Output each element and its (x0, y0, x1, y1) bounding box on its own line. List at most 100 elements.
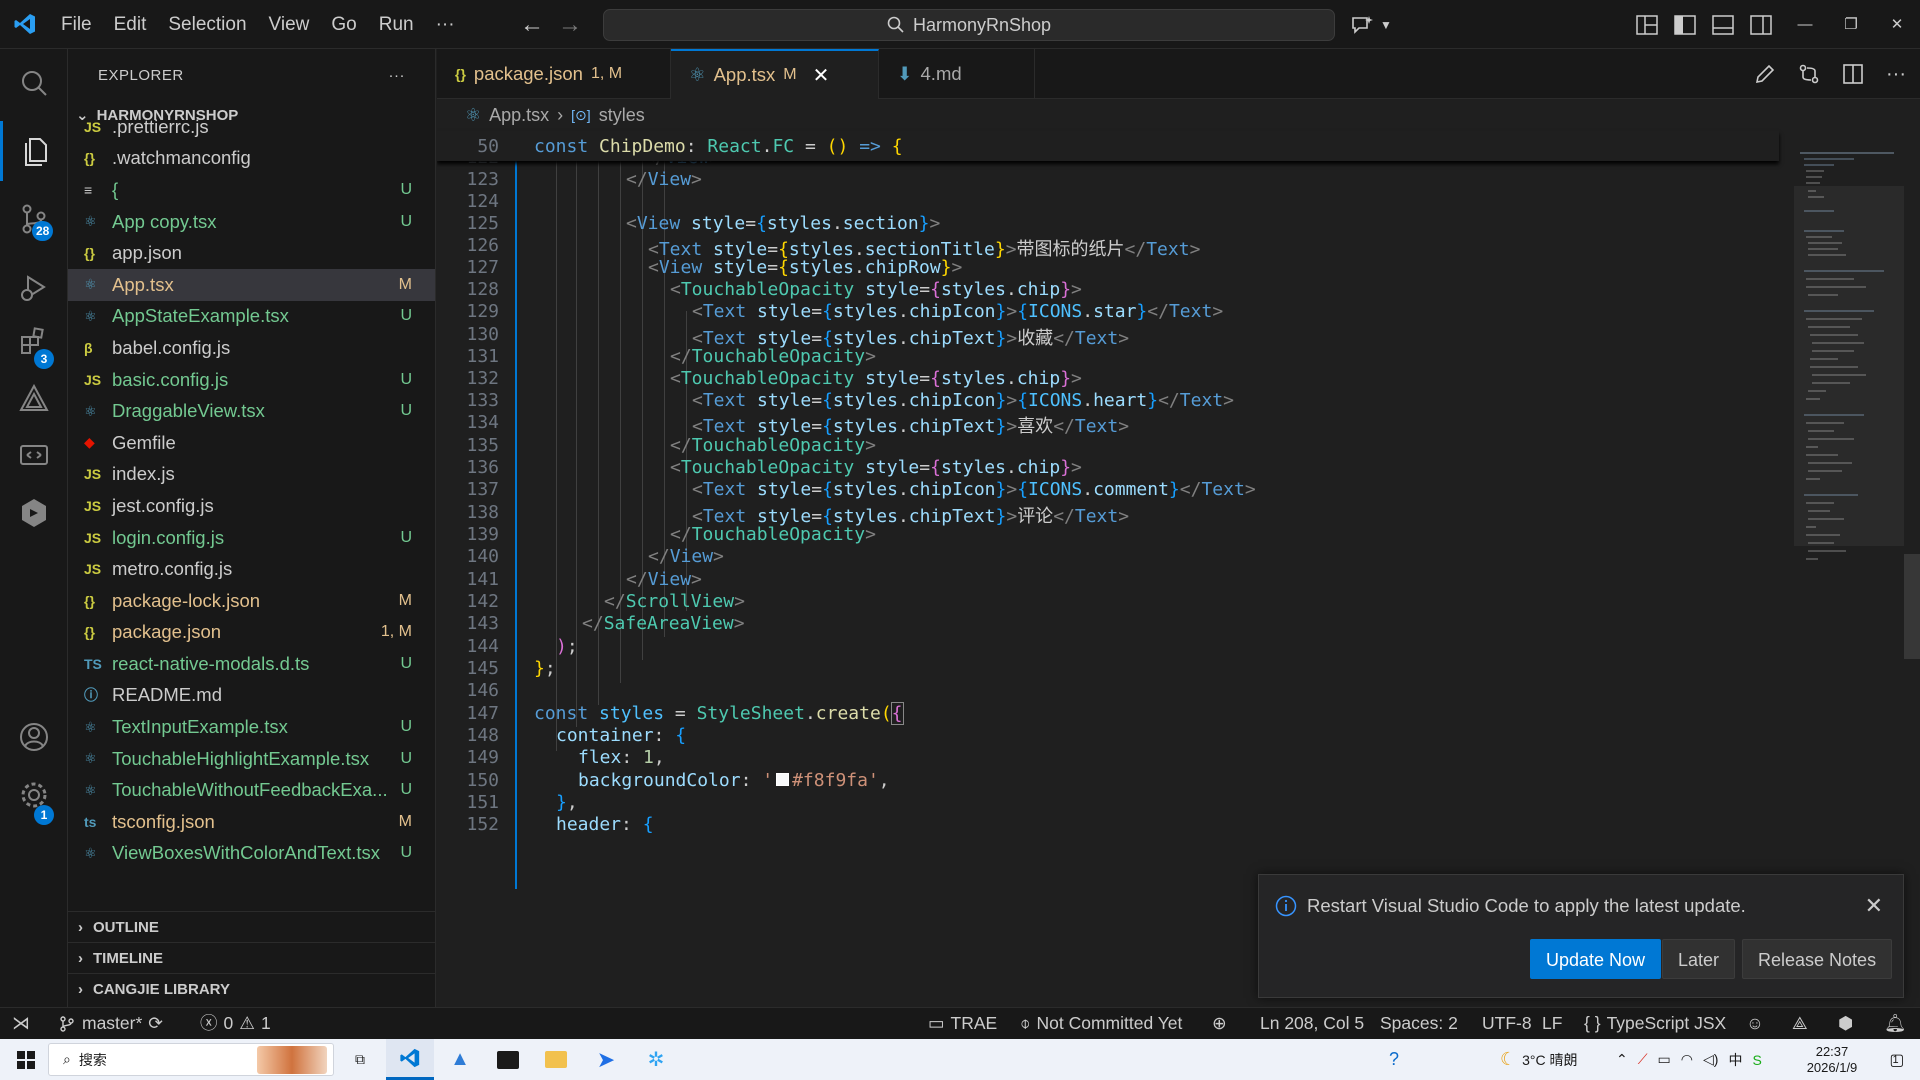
activity-harmony[interactable] (0, 369, 68, 429)
clock[interactable]: 22:37 2026/1/9 (1796, 1039, 1868, 1080)
encoding[interactable]: UTF-8 (1482, 1008, 1532, 1039)
activity-run-debug[interactable] (0, 257, 68, 317)
menu-view[interactable]: View (258, 0, 321, 49)
activity-explorer[interactable] (0, 121, 68, 181)
file-item[interactable]: JS .prettierrc.js (68, 111, 435, 143)
menu-file[interactable]: File (50, 0, 103, 49)
activity-deveco[interactable] (0, 483, 68, 543)
later-button[interactable]: Later (1662, 939, 1736, 979)
file-item[interactable]: ⚛ TouchableWithoutFeedbackExa... U (68, 774, 435, 806)
close-icon[interactable]: ✕ (1865, 893, 1883, 919)
remote-indicator[interactable]: ⋊ (12, 1008, 30, 1039)
file-item[interactable]: ◆ Gemfile (68, 427, 435, 459)
taskbar-file-explorer[interactable] (532, 1039, 580, 1080)
file-item[interactable]: JS login.config.js U (68, 522, 435, 554)
release-notes-button[interactable]: Release Notes (1742, 939, 1893, 979)
split-editor-icon[interactable] (1842, 63, 1864, 85)
tab-4-md[interactable]: ⬇ 4.md (879, 49, 1035, 99)
problems-indicator[interactable]: ⓧ 0 ⚠ 1 (200, 1008, 271, 1039)
editor-scrollbar[interactable] (1904, 554, 1920, 659)
notification-center[interactable]: ▢ 1 (1876, 1039, 1912, 1080)
forward-arrow-icon[interactable]: → (558, 11, 582, 39)
help-icon[interactable]: ? (1376, 1039, 1412, 1080)
activity-accounts[interactable] (0, 707, 68, 767)
copilot-status[interactable]: ☺ (1746, 1008, 1764, 1039)
copilot-button[interactable]: ▼ (1350, 0, 1392, 49)
file-item[interactable]: ts tsconfig.json M (68, 806, 435, 838)
compare-changes-icon[interactable] (1798, 63, 1820, 85)
taskbar-deveco[interactable]: ▲ (436, 1039, 484, 1080)
file-item[interactable]: ⚛ App.tsx M (68, 268, 435, 301)
edit-pencil-icon[interactable] (1754, 63, 1776, 85)
deveco-status[interactable]: ⬢ (1838, 1008, 1853, 1039)
activity-remote[interactable] (0, 425, 68, 485)
start-button[interactable] (8, 1039, 44, 1080)
git-blame[interactable]: ⌽ Not Committed Yet (1020, 1008, 1182, 1039)
file-item[interactable]: ⚛ App copy.tsx U (68, 206, 435, 238)
close-icon[interactable]: ✕ (813, 63, 830, 88)
file-item[interactable]: {} package.json 1, M (68, 617, 435, 649)
taskbar-feishu[interactable]: ➤ (582, 1039, 630, 1080)
file-item[interactable]: ⓘ README.md (68, 680, 435, 712)
indentation[interactable]: Spaces: 2 (1380, 1008, 1458, 1039)
language-mode[interactable]: { } TypeScript JSX (1584, 1008, 1726, 1039)
timeline-section[interactable]: › TIMELINE (68, 942, 435, 973)
activity-source-control[interactable]: 28 (0, 189, 68, 249)
minimize-icon[interactable]: — (1782, 0, 1828, 49)
file-item[interactable]: ≡ {U (68, 174, 435, 206)
file-item[interactable]: JS jest.config.js (68, 490, 435, 522)
file-item[interactable]: ⚛ AppStateExample.tsx U (68, 301, 435, 333)
close-window-icon[interactable]: ✕ (1874, 0, 1920, 49)
file-item[interactable]: {} .watchmanconfig (68, 143, 435, 175)
outline-section[interactable]: › OUTLINE (68, 911, 435, 942)
tab-package-json[interactable]: {} package.json 1, M (437, 49, 671, 99)
command-center-search[interactable]: HarmonyRnShop (603, 9, 1335, 41)
system-tray[interactable]: ⌃ ⟋ ▭ ◠ ◁) 中 S (1616, 1039, 1762, 1080)
taskbar-app[interactable]: ✲ (632, 1039, 680, 1080)
back-arrow-icon[interactable]: ← (520, 11, 544, 39)
toggle-primary-sidebar-icon[interactable] (1674, 14, 1696, 35)
file-item[interactable]: {} app.json (68, 237, 435, 269)
weather-widget[interactable]: ☾ 3°C 晴朗 (1500, 1039, 1578, 1080)
notifications-bell[interactable]: 🔔︎ (1884, 1008, 1906, 1039)
breadcrumb-file[interactable]: App.tsx (489, 105, 549, 126)
activity-extensions[interactable]: 3 (0, 311, 68, 371)
customize-layout-icon[interactable] (1636, 14, 1658, 35)
task-view-icon[interactable]: ⧉ (342, 1039, 378, 1080)
taskbar-terminal[interactable] (484, 1039, 532, 1080)
taskbar-vscode[interactable] (386, 1039, 434, 1080)
breadcrumb-symbol[interactable]: styles (599, 105, 645, 126)
cangjie-library-section[interactable]: › CANGJIE LIBRARY (68, 973, 435, 1004)
update-now-button[interactable]: Update Now (1530, 939, 1662, 979)
menu-run[interactable]: Run (368, 0, 425, 49)
file-item[interactable]: JS basic.config.js U (68, 364, 435, 396)
toggle-secondary-sidebar-icon[interactable] (1750, 14, 1772, 35)
zoom-indicator[interactable]: ⊕ (1212, 1008, 1227, 1039)
file-item[interactable]: JS index.js (68, 459, 435, 491)
restore-icon[interactable]: ❐ (1828, 0, 1874, 49)
tab-app-tsx[interactable]: ⚛ App.tsx M ✕ (671, 49, 879, 99)
trae-indicator[interactable]: ▭ TRAE (928, 1008, 997, 1039)
more-actions-icon[interactable]: ··· (1886, 63, 1906, 86)
file-item[interactable]: β babel.config.js (68, 332, 435, 364)
explorer-more-button[interactable]: ··· (389, 67, 406, 84)
menu-selection[interactable]: Selection (157, 0, 257, 49)
harmony-status[interactable]: ⟁ (1792, 1008, 1808, 1039)
git-branch[interactable]: master* ⟳ (58, 1008, 163, 1039)
cursor-position[interactable]: Ln 208, Col 5 (1260, 1008, 1364, 1039)
activity-manage[interactable]: 1 (0, 765, 68, 825)
file-item[interactable]: TS react-native-modals.d.ts U (68, 648, 435, 680)
menu-edit[interactable]: Edit (103, 0, 158, 49)
menu-more[interactable]: ··· (425, 0, 466, 49)
menu-go[interactable]: Go (320, 0, 367, 49)
file-item[interactable]: ⚛ TextInputExample.tsx U (68, 711, 435, 743)
sticky-scroll-line[interactable]: 50 const ChipDemo: React.FC = () => { (437, 131, 1779, 161)
file-item[interactable]: ⚛ DraggableView.tsx U (68, 395, 435, 427)
toggle-panel-icon[interactable] (1712, 14, 1734, 35)
file-item[interactable]: ⚛ ViewBoxesWithColorAndText.tsx U (68, 838, 435, 870)
file-item[interactable]: ⚛ TouchableHighlightExample.tsx U (68, 743, 435, 775)
file-item[interactable]: JS metro.config.js (68, 553, 435, 585)
file-item[interactable]: {} package-lock.json M (68, 585, 435, 617)
activity-search[interactable] (0, 53, 68, 113)
end-of-line[interactable]: LF (1542, 1008, 1562, 1039)
